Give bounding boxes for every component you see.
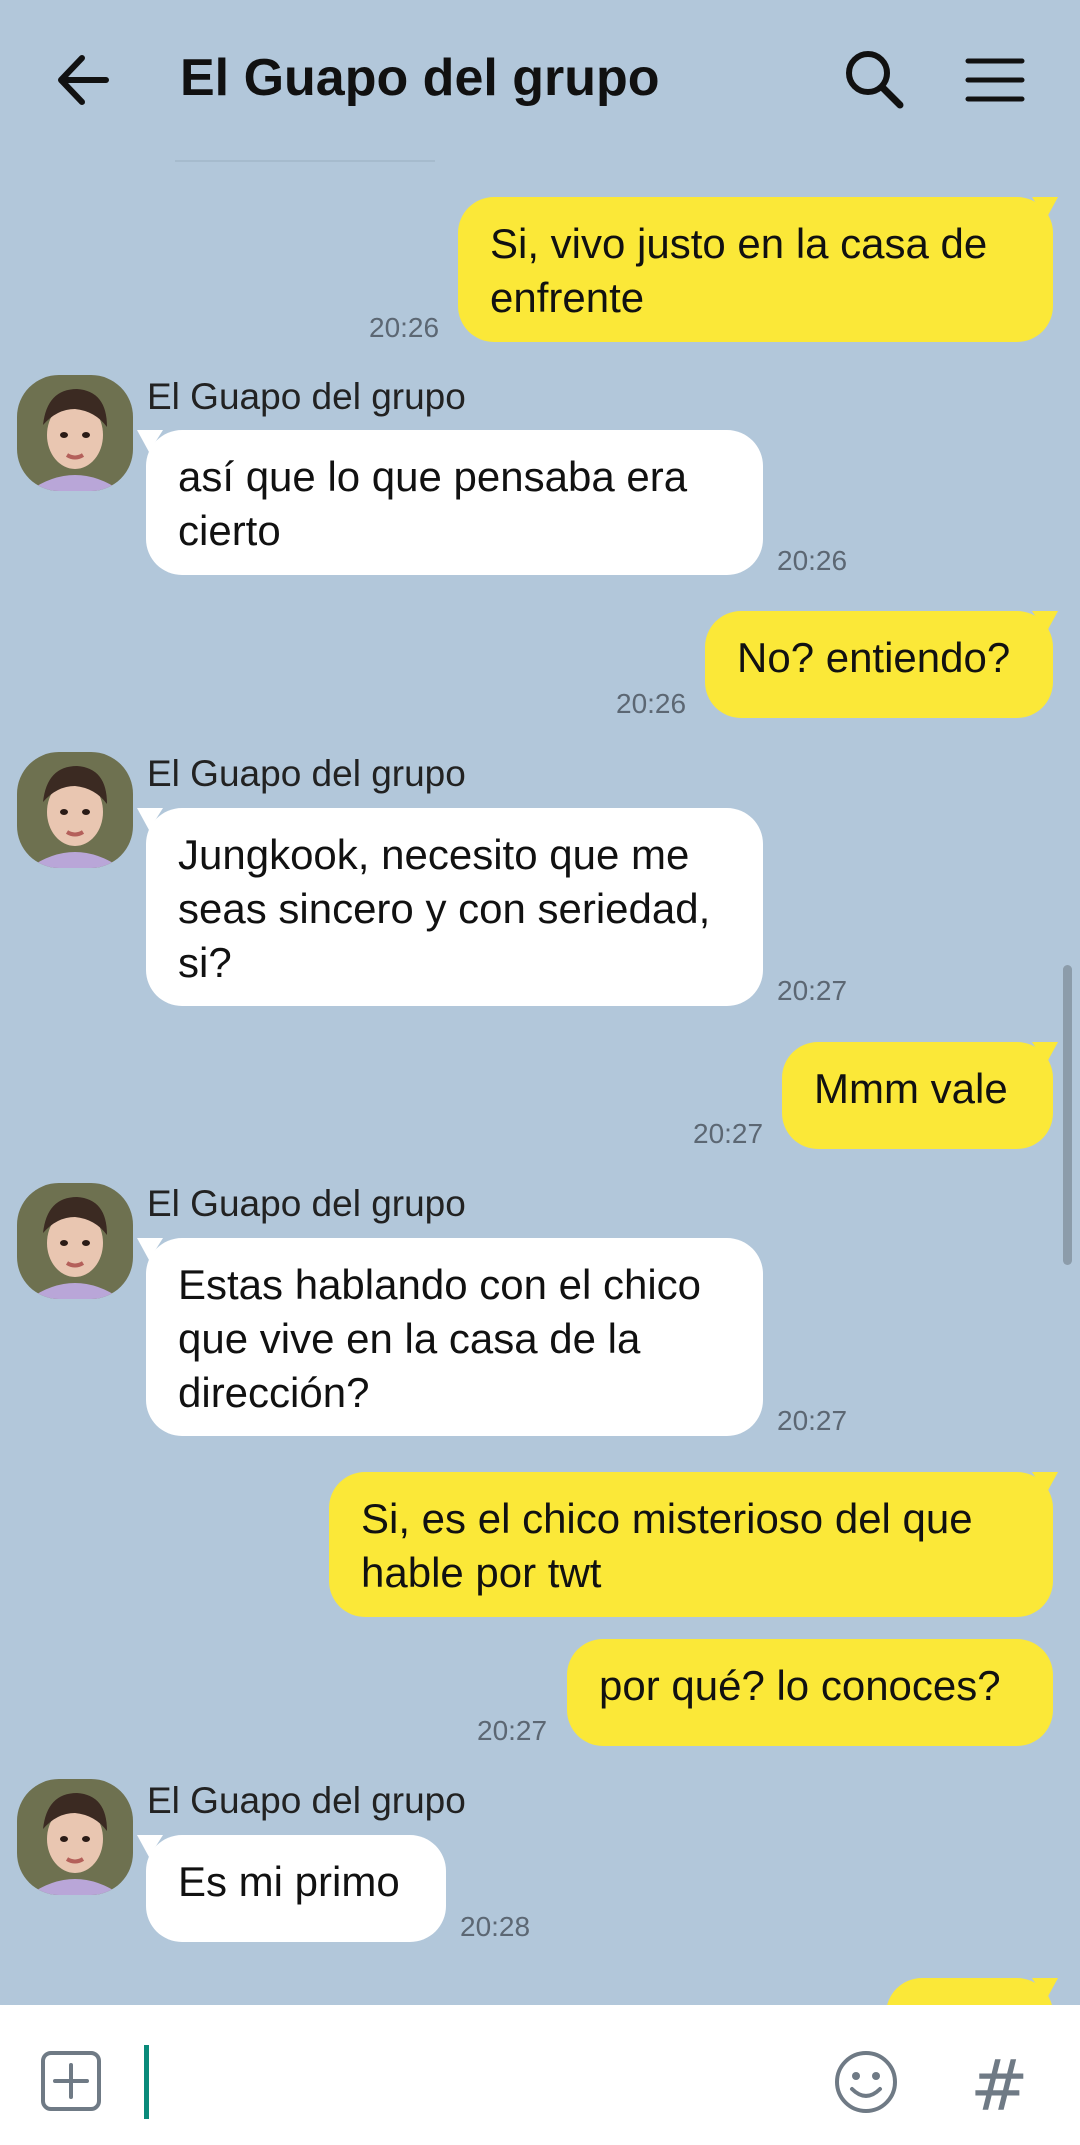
bubble-tail — [1032, 611, 1058, 633]
avatar[interactable] — [17, 1183, 133, 1299]
plus-square-icon — [41, 2051, 101, 2111]
message-time: 20:27 — [777, 1405, 848, 1436]
message-time: 20:26 — [777, 545, 848, 576]
message-text: Mmm vale — [814, 1065, 1008, 1112]
message-text: Si, vivo justo en la casa de enfrente — [490, 220, 988, 321]
message-time: 20:27 — [477, 1715, 548, 1746]
my-message-bubble[interactable]: No? entiendo? — [705, 611, 1053, 718]
avatar[interactable] — [17, 1779, 133, 1895]
avatar[interactable] — [17, 752, 133, 868]
bubble-tail — [137, 430, 163, 452]
bubble-tail — [1032, 1472, 1058, 1494]
message-time: 20:27 — [693, 1118, 764, 1149]
contact-avatar-icon — [17, 375, 133, 491]
contact-avatar-icon — [17, 1779, 133, 1895]
message-composer: # — [0, 2005, 1080, 2145]
message-text: por qué? lo conoces? — [599, 1662, 1001, 1709]
contact-avatar-icon — [17, 1183, 133, 1299]
their-message-bubble[interactable]: así que lo que pensaba era cierto — [146, 430, 763, 575]
message-time: 20:27 — [777, 975, 848, 1006]
arrow-left-icon — [58, 55, 109, 105]
their-message-bubble[interactable]: Jungkook, necesito que me seas sincero y… — [146, 808, 763, 1006]
message-time: 20:26 — [616, 688, 687, 719]
sender-name: El Guapo del grupo — [147, 753, 466, 794]
bubble-tail — [137, 808, 163, 830]
sender-name: El Guapo del grupo — [147, 1780, 466, 1821]
avatar[interactable] — [17, 375, 133, 491]
bubble-tail — [137, 1835, 163, 1857]
my-message-bubble[interactable]: Si, es el chico misterioso del que hable… — [329, 1472, 1053, 1617]
message-text: No? entiendo? — [737, 634, 1011, 681]
their-message-bubble[interactable]: Estas hablando con el chico que vive en … — [146, 1238, 763, 1436]
message-time: 20:26 — [369, 312, 440, 343]
hamburger-menu-icon — [965, 58, 1025, 102]
their-message-bubble[interactable]: Es mi primo — [146, 1835, 446, 1942]
search-button[interactable] — [840, 45, 910, 115]
back-button[interactable] — [50, 45, 130, 115]
message-text: Es mi primo — [178, 1858, 400, 1905]
emoji-button[interactable] — [833, 2049, 899, 2115]
sender-name: El Guapo del grupo — [147, 376, 466, 417]
message-text: Si, es el chico misterioso del que hable… — [361, 1495, 973, 1596]
menu-button[interactable] — [960, 45, 1030, 115]
smiley-icon — [835, 2051, 897, 2113]
chat-title: El Guapo del grupo — [180, 49, 660, 107]
sender-name: El Guapo del grupo — [147, 1183, 466, 1224]
chat-header: El Guapo del grupo — [0, 0, 1080, 160]
bubble-tail — [1032, 197, 1058, 219]
my-message-bubble[interactable]: Si, vivo justo en la casa de enfrente — [458, 197, 1053, 342]
bubble-tail — [1032, 1042, 1058, 1064]
message-text: Jungkook, necesito que me seas sincero y… — [178, 831, 711, 986]
message-text: Estas hablando con el chico que vive en … — [178, 1261, 702, 1416]
search-icon — [846, 51, 904, 109]
message-time: 20:28 — [460, 1911, 531, 1942]
message-text: así que lo que pensaba era cierto — [178, 453, 688, 554]
my-message-bubble[interactable]: por qué? lo conoces? — [567, 1639, 1053, 1746]
bubble-tail — [137, 1238, 163, 1260]
text-cursor — [144, 2045, 149, 2119]
scrollbar[interactable] — [1063, 965, 1072, 1265]
add-attachment-button[interactable] — [40, 2050, 102, 2112]
divider — [175, 160, 435, 162]
bubble-tail — [1032, 1978, 1058, 2000]
my-message-bubble[interactable]: Mmm vale — [782, 1042, 1053, 1149]
message-input[interactable] — [160, 2035, 804, 2127]
hashtag-button[interactable]: # — [970, 2045, 1029, 2127]
contact-avatar-icon — [17, 752, 133, 868]
